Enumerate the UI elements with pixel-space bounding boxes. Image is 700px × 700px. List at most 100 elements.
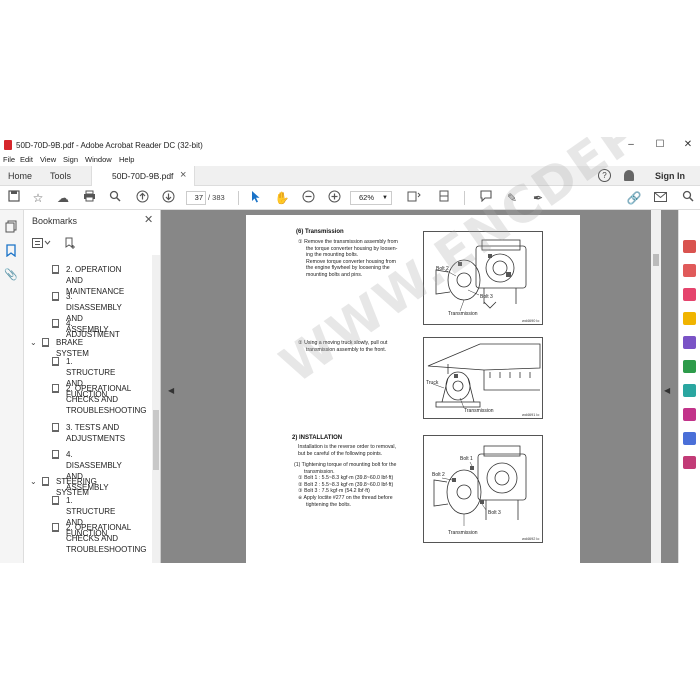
export-pdf-icon[interactable] [683,240,696,253]
search-right-icon[interactable] [680,190,696,206]
figure-code: wd4690 lo [522,319,540,323]
acrobat-logo-icon [4,140,12,150]
more-tools-icon[interactable] [683,456,696,469]
bookmark-icon [52,319,59,328]
protect-icon[interactable] [683,432,696,445]
prev-page-icon[interactable] [134,190,150,206]
install-steps-text: (1) Tightening torque of mounting bolt f… [294,462,420,508]
page-total: / 383 [208,193,225,202]
page-thumbnails-icon[interactable] [4,220,18,234]
tab-home[interactable]: Home [8,171,32,181]
expand-right-panel-icon[interactable]: ◀ [664,386,670,395]
next-page-icon[interactable] [160,190,176,206]
bookmark-icon [52,523,59,532]
close-window-button[interactable]: ✕ [679,138,697,152]
figure-transmission-installation: Bolt 1 Bolt 2 Bolt 3 Transmission wd4692… [423,435,543,543]
search-icon[interactable] [107,190,123,206]
bookmark-label: 2. OPERATIONAL [66,384,132,393]
sign-in-button[interactable]: Sign In [655,171,685,181]
bookmark-label: 2. OPERATION AND [66,265,122,285]
text-line: ② Bolt 2 : 5.5~8.3 kgf·m (39.8~60.0 lbf·… [298,481,394,488]
chevron-down-icon: ▼ [382,195,388,201]
figure-truck-pull: Truck Transmission wd4691 lo [423,337,543,419]
bookmark-icon [42,477,49,486]
print-icon[interactable] [81,190,97,206]
bookmark-star-icon[interactable]: ☆ [30,190,46,206]
share-link-icon[interactable]: 🔗 [626,190,642,206]
figure-label: Truck [426,380,439,386]
menu-view[interactable]: View [40,155,56,164]
bookmark-label: 3. TESTS AND [66,423,120,432]
menu-file[interactable]: File [3,155,15,164]
menu-edit[interactable]: Edit [20,155,33,164]
bookmark-label: 4. DISASSEMBLY [66,450,122,470]
right-tools-rail [678,210,700,563]
bookmark-options-icon[interactable] [32,238,54,252]
edit-pdf-icon[interactable] [683,288,696,301]
toolbar-separator [238,191,239,205]
fill-sign-icon[interactable] [683,408,696,421]
bookmark-label-line2: CHECKS AND [66,534,119,543]
notification-bell-icon[interactable] [624,170,634,181]
figure-code: wd4691 lo [522,413,540,417]
bookmark-label-line3: TROUBLESHOOTING [66,545,147,554]
collapse-left-panel-icon[interactable]: ◀ [168,386,174,395]
zoom-out-icon[interactable] [300,190,316,206]
text-line: (1) Tightening torque of mounting bolt f… [294,462,397,468]
bookmarks-icon[interactable] [4,244,18,258]
figure-label: Bolt 3 [488,510,501,516]
organize-pages-icon[interactable] [683,360,696,373]
bookmark-label: 2. OPERATIONAL [66,523,132,532]
menu-help[interactable]: Help [119,155,134,164]
section-title: 2) INSTALLATION [292,435,343,441]
tab-close-icon[interactable]: × [180,169,186,181]
create-pdf-icon[interactable] [683,264,696,277]
add-bookmark-icon[interactable] [64,237,76,252]
section-title: (6) Transmission [296,229,344,235]
figure-label: Bolt 1 [460,456,473,462]
bookmark-icon [52,450,59,459]
select-cursor-icon[interactable] [248,190,264,206]
bookmark-label: 3. DISASSEMBLY [66,292,122,312]
truck-drawing [427,343,541,409]
menu-window[interactable]: Window [85,155,112,164]
tab-document[interactable]: 50D-70D-9B.pdf × [91,166,195,186]
scan-ocr-icon[interactable] [683,384,696,397]
acrobat-window: 50D-70D-9B.pdf - Adobe Acrobat Reader DC… [0,137,700,563]
text-line: ① Bolt 1 : 5.5~8.3 kgf·m (39.8~60.0 lbf·… [298,475,394,482]
text-line: ③ Bolt 3 : 7.5 kgf·m (54.2 lbf·ft) [298,488,370,495]
bookmarks-scrollbar[interactable] [152,255,160,563]
bookmark-label-line3: TROUBLESHOOTING [66,406,147,415]
save-icon[interactable] [6,190,22,206]
install-intro-text: Installation is the reverse order to rem… [298,444,420,457]
menu-sign[interactable]: Sign [63,155,78,164]
scrollbar-thumb[interactable] [653,254,659,266]
comment-tool-icon[interactable] [683,312,696,325]
attachments-icon[interactable]: 📎 [4,268,18,282]
tab-tools[interactable]: Tools [50,171,71,181]
text-line: ※ Apply loctite #277 on the thread befor… [298,494,393,501]
cloud-upload-icon[interactable]: ☁ [55,190,71,206]
scroll-mode-icon[interactable] [436,190,452,206]
text-line: ① Remove the transmission assembly from [298,239,398,245]
page-fit-icon[interactable] [406,190,422,206]
combine-files-icon[interactable] [683,336,696,349]
figure-label: Transmission [464,408,494,414]
text-line: transmission. [304,468,335,475]
zoom-level-select[interactable]: 62% ▼ [350,191,392,205]
document-scrollbar[interactable] [651,210,661,563]
chevron-down-icon[interactable]: ⌄ [30,476,37,487]
chevron-down-icon[interactable]: ⌄ [30,337,37,348]
scrollbar-thumb[interactable] [153,410,159,470]
bookmark-icon [52,292,59,301]
page-number-input[interactable]: 37 [186,191,206,205]
hand-icon[interactable]: ✋ [274,190,290,206]
close-panel-icon[interactable]: ✕ [144,213,153,226]
zoom-in-icon[interactable] [326,190,342,206]
figure-label: Bolt 2 [432,472,445,478]
figure-label: Bolt 3 [480,294,493,300]
email-icon[interactable] [652,190,668,206]
bookmarks-header: Bookmarks [32,216,78,226]
bookmark-label-line2: CHECKS AND [66,395,119,404]
bookmark-icon [52,384,59,393]
